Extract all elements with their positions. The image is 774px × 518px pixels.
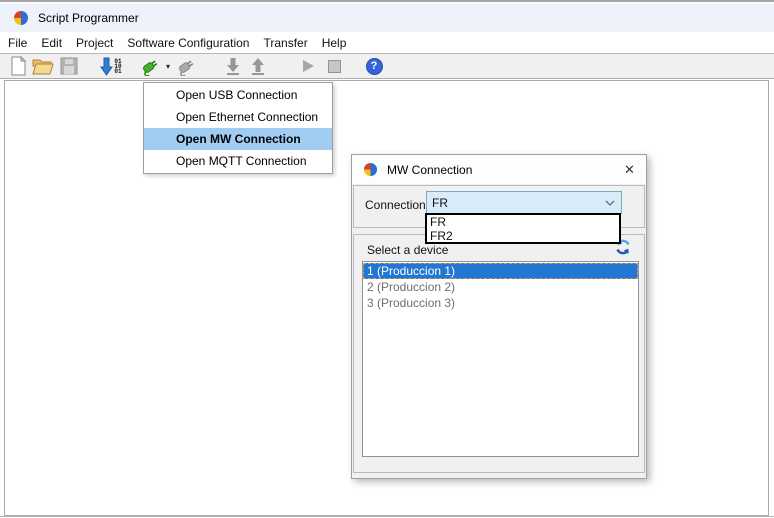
open-connection-dropdown-button[interactable]: ▾	[163, 54, 173, 78]
mw-connection-dialog: MW Connection ✕ Connection: FR FR FR2 Se…	[351, 154, 647, 479]
open-connection-button[interactable]	[138, 54, 162, 78]
new-file-icon	[10, 56, 27, 76]
device-list-item-3[interactable]: 3 (Produccion 3)	[363, 295, 638, 311]
menu-item-open-ethernet-connection[interactable]: Open Ethernet Connection	[144, 106, 332, 128]
stop-button[interactable]	[322, 54, 346, 78]
menu-item-open-mw-connection[interactable]: Open MW Connection	[144, 128, 332, 150]
download-button[interactable]	[221, 54, 245, 78]
menu-transfer[interactable]: Transfer	[256, 34, 314, 52]
menu-file[interactable]: File	[1, 34, 34, 52]
dialog-title: MW Connection	[387, 163, 472, 177]
dialog-close-button[interactable]: ✕	[619, 159, 640, 180]
menu-bar: File Edit Project Software Configuration…	[0, 32, 774, 53]
select-device-label: Select a device	[367, 243, 448, 257]
menu-item-open-usb-connection[interactable]: Open USB Connection	[144, 84, 332, 106]
download-arrow-icon	[225, 57, 241, 75]
menu-item-open-mqtt-connection[interactable]: Open MQTT Connection	[144, 150, 332, 172]
binary-label: 01 10 01	[114, 59, 121, 74]
open-script-button[interactable]	[30, 54, 56, 78]
chevron-down-icon	[605, 200, 615, 206]
menu-software-configuration[interactable]: Software Configuration	[120, 34, 256, 52]
device-list-item-2[interactable]: 2 (Produccion 2)	[363, 279, 638, 295]
upload-button[interactable]	[246, 54, 270, 78]
open-folder-icon	[32, 58, 54, 75]
app-logo-icon	[13, 10, 29, 26]
play-icon	[302, 59, 315, 73]
upload-arrow-icon	[250, 57, 266, 75]
menu-project[interactable]: Project	[69, 34, 120, 52]
connection-option-fr2[interactable]: FR2	[427, 229, 619, 243]
connection-option-fr[interactable]: FR	[427, 215, 619, 229]
device-list-item-1[interactable]: 1 (Produccion 1)	[363, 263, 638, 279]
save-script-button[interactable]	[57, 54, 81, 78]
program-download-button[interactable]: 01 10 01	[98, 54, 124, 78]
connection-combobox[interactable]: FR	[426, 191, 622, 214]
menu-edit[interactable]: Edit	[34, 34, 69, 52]
toolbar: 01 10 01 ▾	[0, 53, 774, 79]
help-button[interactable]: ?	[362, 54, 386, 78]
connection-combobox-value: FR	[432, 196, 448, 210]
run-button[interactable]	[296, 54, 320, 78]
disconnect-plug-icon	[175, 56, 198, 76]
menu-help[interactable]: Help	[315, 34, 354, 52]
close-icon: ✕	[624, 162, 635, 178]
title-bar: Script Programmer	[0, 4, 774, 32]
dropdown-arrow-icon: ▾	[166, 62, 170, 71]
connection-option-list: FR FR2	[425, 213, 621, 244]
stop-icon	[328, 60, 341, 73]
connection-dropdown-menu: Open USB Connection Open Ethernet Connec…	[143, 82, 333, 174]
window-title: Script Programmer	[38, 11, 139, 25]
connection-label: Connection:	[365, 198, 429, 212]
save-icon	[60, 57, 78, 75]
close-connection-button[interactable]	[174, 54, 198, 78]
dialog-logo-icon	[363, 162, 378, 177]
app-window: Script Programmer File Edit Project Soft…	[0, 0, 774, 518]
dialog-title-bar: MW Connection ✕	[352, 155, 646, 184]
new-script-button[interactable]	[6, 54, 30, 78]
device-listbox: 1 (Produccion 1) 2 (Produccion 2) 3 (Pro…	[362, 261, 639, 457]
window-bottom-border	[0, 516, 774, 517]
blue-download-arrow-icon	[100, 57, 113, 76]
device-group: Select a device 1 (Produccion 1) 2 (Prod…	[353, 234, 645, 473]
connect-plug-icon	[139, 56, 162, 76]
help-icon: ?	[366, 58, 383, 75]
